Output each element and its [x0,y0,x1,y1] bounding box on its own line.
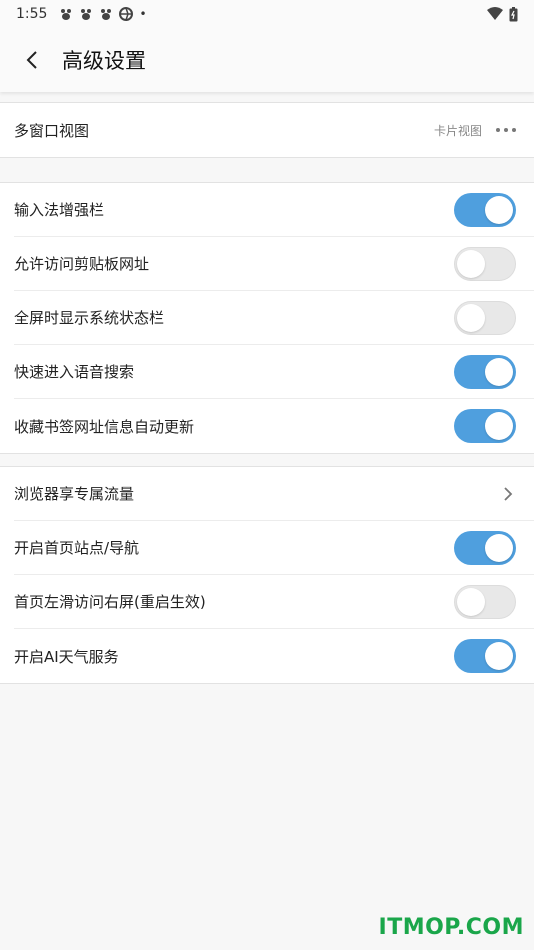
paw-icon [61,9,72,20]
toggle-switch[interactable] [454,639,516,673]
notification-icons: • [59,7,147,21]
setting-multi-window-view[interactable]: 多窗口视图 卡片视图 [14,103,534,157]
status-time: 1:55 [16,6,48,22]
watermark: ITMOP.COM [378,915,524,940]
setting-label: 全屏时显示系统状态栏 [14,309,165,327]
setting-label: 开启AI天气服务 [14,647,119,666]
toggle-switch[interactable] [454,192,516,227]
setting-label: 允许访问剪贴板网址 [14,255,150,273]
status-dot: • [139,7,147,21]
setting-value: 卡片视图 [433,123,482,138]
setting-homepage-sites-nav: 开启首页站点/导航 [14,521,534,575]
toggle-switch[interactable] [454,246,516,281]
setting-label: 开启首页站点/导航 [14,539,140,557]
back-button[interactable] [18,46,46,74]
aperture-icon [119,7,134,21]
settings-section-general: 输入法增强栏 允许访问剪贴板网址 全屏时显示系统状态栏 快速进入语音搜索 收藏书… [0,182,534,454]
settings-section-view: 多窗口视图 卡片视图 [0,102,534,158]
toggle-knob [457,303,485,332]
toggle-knob [485,357,513,386]
battery-icon [509,6,518,21]
status-bar: 1:55 • [0,0,534,28]
paw-icon [101,9,112,20]
back-arrow-icon [26,51,37,69]
toggle-switch[interactable] [454,409,516,443]
toggle-knob [485,533,513,562]
setting-label: 快速进入语音搜索 [14,363,135,381]
setting-label: 输入法增强栏 [14,201,105,219]
toggle-knob [485,642,513,670]
settings-section-homepage: 浏览器享专属流量 开启首页站点/导航 首页左滑访问右屏(重启生效) 开启AI天气… [0,466,534,684]
setting-bookmark-auto-update: 收藏书签网址信息自动更新 [14,399,534,453]
setting-swipe-right-screen: 首页左滑访问右屏(重启生效) [14,575,534,629]
toggle-knob [457,587,485,616]
page-title: 高级设置 [62,49,146,73]
more-icon[interactable] [496,128,516,132]
paw-icon [81,9,92,20]
chevron-right-icon [504,486,513,501]
wifi-icon [487,7,503,20]
toggle-knob [485,412,513,440]
app-bar: 高级设置 [0,28,534,92]
toggle-switch[interactable] [454,300,516,335]
setting-label: 收藏书签网址信息自动更新 [14,417,195,436]
setting-label: 多窗口视图 [14,121,90,140]
setting-voice-search: 快速进入语音搜索 [14,345,534,399]
setting-input-enhance-bar: 输入法增强栏 [14,183,534,237]
setting-label: 浏览器享专属流量 [14,485,135,503]
setting-ai-weather: 开启AI天气服务 [14,629,534,683]
toggle-switch[interactable] [454,584,516,619]
setting-clipboard-url: 允许访问剪贴板网址 [14,237,534,291]
toggle-knob [457,249,485,278]
setting-label: 首页左滑访问右屏(重启生效) [14,593,206,611]
setting-exclusive-traffic[interactable]: 浏览器享专属流量 [14,467,534,521]
system-icons [487,6,518,22]
toggle-switch[interactable] [454,354,516,389]
setting-fullscreen-statusbar: 全屏时显示系统状态栏 [14,291,534,345]
toggle-switch[interactable] [454,530,516,565]
toggle-knob [485,195,513,224]
